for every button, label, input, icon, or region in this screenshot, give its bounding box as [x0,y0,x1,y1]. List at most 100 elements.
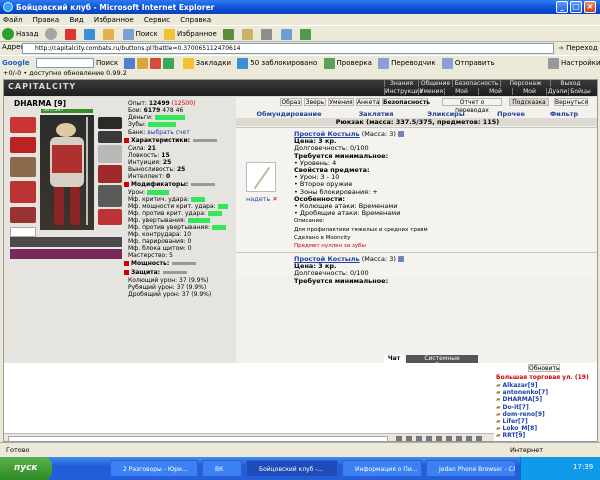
mail-button[interactable] [242,28,255,40]
nav-instruction[interactable]: Инструкция [384,88,423,95]
list-item[interactable]: ▰ dom-reno[9] [496,411,597,418]
spellcheck-button[interactable]: Проверка [323,57,372,69]
favorites-button[interactable]: Избранное [164,28,217,40]
refresh-button[interactable]: Обновить [528,364,560,372]
taskbar-item[interactable]: Информация о Пи... [342,460,422,477]
taskbar-item[interactable]: Jedan Phone Browser - СЛ... [426,460,516,477]
bookmarks-button[interactable]: Закладки [182,57,231,69]
translate-button[interactable]: Переводчик [378,57,436,69]
gloves-slot[interactable] [98,165,122,183]
btn-hint[interactable]: Подсказка [509,98,549,106]
belt-slot[interactable] [10,207,36,223]
equip-link[interactable]: надеть ✕ [246,195,278,203]
amulet-slot[interactable] [98,131,122,143]
menu-favorites[interactable]: Избранное [94,16,134,24]
tab-system-messages[interactable]: Системные сообщения [406,355,478,369]
back-button[interactable]: Назад [2,28,38,40]
nav-exit[interactable]: Выход [550,80,590,87]
google-search-button[interactable]: Поиск [96,57,118,69]
start-button[interactable]: пуск [0,457,52,480]
nav-server[interactable]: Мой сервер [512,88,546,102]
character-avatar[interactable] [40,115,94,230]
menu-file[interactable]: Файл [3,16,22,24]
info-icon[interactable] [397,256,404,262]
search-button[interactable]: Поиск [122,28,158,40]
power-section[interactable]: Мощность: [124,260,197,267]
list-item[interactable]: ▰ antonenko[7] [496,389,597,396]
back-arrow-icon [2,28,14,40]
messenger-button[interactable] [299,28,313,40]
nav-journal[interactable]: Мой журнал [478,88,512,102]
forward-button[interactable] [44,28,59,40]
nav-forum[interactable]: Мой форум [444,88,478,102]
tab-chat[interactable]: Чат [384,355,404,363]
nav-fighters[interactable]: Бойцы [568,88,592,95]
btn-profile[interactable]: Анкета [356,98,380,106]
list-item[interactable]: ▰ Loko_M[8] [496,425,597,432]
nav-security[interactable]: Безопасность [452,80,500,87]
modifiers-section[interactable]: Модификаторы: [124,181,216,188]
earring-slot[interactable] [98,117,122,129]
stop-button[interactable] [64,28,78,40]
send-button[interactable]: Отправить [441,57,495,69]
maximize-button[interactable]: □ [570,1,582,13]
menu-tools[interactable]: Сервис [144,16,170,24]
edit-button[interactable] [280,28,294,40]
btn-image[interactable]: Образ [280,98,302,106]
menu-help[interactable]: Справка [180,16,211,24]
history-button[interactable] [223,28,236,40]
go-button[interactable]: ➜ Переход [558,44,598,52]
nav-character[interactable]: Персонаж [500,80,550,87]
menu-view[interactable]: Вид [69,16,83,24]
print-button[interactable] [261,28,274,40]
home-button[interactable] [103,28,116,40]
characteristics-section[interactable]: Характеристики: [124,137,218,144]
bracers-slot[interactable] [10,137,36,153]
tab-elixirs[interactable]: Эликсиры [426,110,466,118]
nav-knowledge[interactable]: Знания [384,80,418,87]
btn-skills[interactable]: Умения [328,98,354,106]
info-icon[interactable] [397,131,404,137]
quick-slots-row-1[interactable] [10,237,122,247]
btn-beast[interactable]: Зверь [304,98,326,106]
taskbar-item[interactable]: Бойцовский клуб -... [246,460,338,477]
tab-other[interactable]: Прочее [494,110,528,118]
quick-slots-row-2[interactable] [10,249,122,259]
defense-section[interactable]: Защита: [124,269,188,276]
taskbar-item[interactable]: ВК [202,460,242,477]
refresh-button[interactable] [84,28,97,40]
btn-transfer-report[interactable]: Отчет о переводах [442,98,502,114]
tab-filter[interactable]: Фильтр [546,110,582,118]
google-icons[interactable] [124,57,176,69]
menu-edit[interactable]: Правка [33,16,60,24]
list-item[interactable]: ▰ Alkazar[9] [496,382,597,389]
tab-equipment[interactable]: Обмундирование [254,110,324,118]
weapon-slot[interactable] [10,157,36,177]
taskbar-item[interactable]: 2 Разговоры - Юри... [110,460,198,477]
list-item[interactable]: ▰ Lifer[7] [496,418,597,425]
chat-area[interactable] [4,363,494,433]
settings-button[interactable]: Настройки [548,57,600,69]
bank-link[interactable]: выбрать счет [147,129,189,136]
boots-slot[interactable] [98,209,122,225]
btn-return[interactable]: Вернуться [554,98,588,106]
nav-chat[interactable]: Общение [418,80,452,87]
helmet-slot[interactable] [10,117,36,133]
popup-blocker-button[interactable]: 50 заблокировано [237,57,317,69]
empty-slot[interactable] [10,227,36,237]
nav-duels[interactable]: Дуэли [546,88,568,95]
list-item[interactable]: ▰ Do-it[7] [496,404,597,411]
google-search-input[interactable] [35,58,94,68]
btn-security[interactable]: Безопасность [382,98,430,106]
shield-slot[interactable] [98,185,122,207]
ring-slot[interactable] [98,145,122,163]
clock: 17:39 [573,463,594,471]
list-item[interactable]: ▰ DHARMA[5] [496,396,597,403]
tab-spells[interactable]: Заклятия [356,110,396,118]
minimize-button[interactable]: _ [556,1,568,13]
close-button[interactable]: × [584,1,596,13]
nav-skills[interactable]: Умения [418,88,444,95]
armor-slot[interactable] [10,181,36,203]
list-item[interactable]: ▰ RRT[9] [496,432,597,439]
address-input[interactable]: http://capitalcity.combats.ru/buttons.pl… [22,43,554,54]
